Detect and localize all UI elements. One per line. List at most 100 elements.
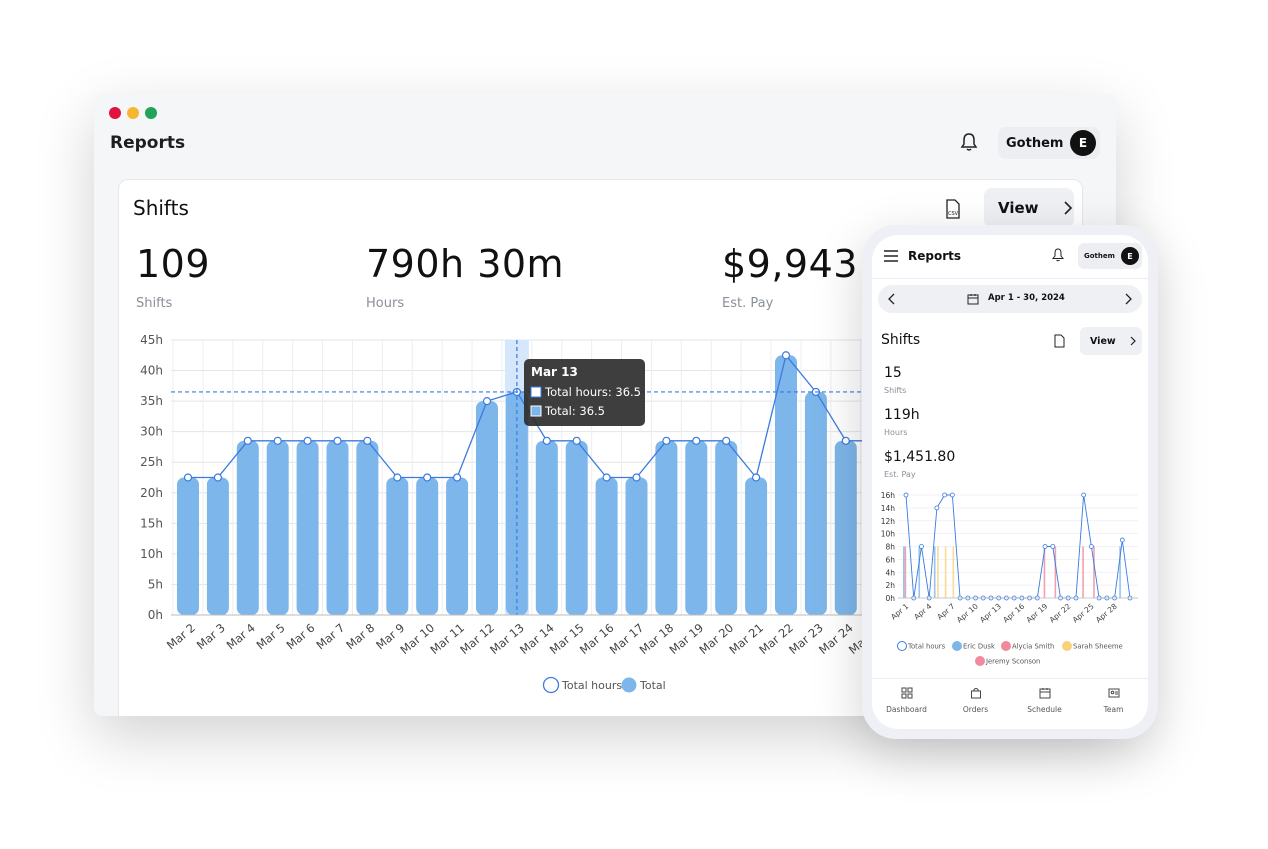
- line-point: [243, 436, 252, 445]
- y-tick-label: 25h: [140, 455, 163, 469]
- line-point: [1081, 492, 1087, 498]
- bar: [356, 440, 379, 615]
- bar: [745, 477, 768, 615]
- avatar: E: [1121, 247, 1139, 265]
- y-tick-label: 2h: [885, 581, 895, 590]
- csv-export-icon[interactable]: [1054, 334, 1065, 348]
- line-point: [919, 544, 924, 549]
- y-tick-label: 8h: [885, 543, 895, 552]
- hamburger-menu-icon[interactable]: [884, 250, 898, 262]
- legend-label: Alycia Smith: [1012, 643, 1054, 651]
- id-card-icon: [1108, 688, 1119, 698]
- line-point: [423, 473, 432, 482]
- bar: [715, 440, 738, 615]
- nav-label: Schedule: [1027, 705, 1062, 714]
- nav-orders[interactable]: Orders: [941, 679, 1010, 729]
- bell-icon[interactable]: [1052, 248, 1064, 262]
- legend-marker-total-hours: [542, 676, 560, 694]
- bar: [937, 546, 939, 598]
- user-menu[interactable]: Gothem E: [998, 127, 1100, 159]
- bar: [804, 391, 827, 615]
- chevron-right-icon: [1130, 336, 1136, 346]
- stage: Reports Gothem E Shifts CSV View 109 Shi…: [0, 0, 1268, 849]
- y-tick-label: 20h: [140, 486, 163, 500]
- stat-value: 15: [884, 365, 902, 381]
- line-point: [781, 351, 791, 360]
- bar: [1082, 546, 1084, 598]
- legend-label: Total hours: [561, 679, 622, 692]
- maximize-window-button[interactable]: [145, 107, 157, 119]
- line-point: [662, 436, 671, 445]
- phone-view-button[interactable]: View: [1080, 327, 1142, 355]
- legend-marker: [952, 641, 962, 651]
- line-point: [903, 492, 909, 498]
- bar: [944, 546, 947, 598]
- stat-value: 119h: [884, 407, 920, 423]
- nav-label: Orders: [962, 705, 989, 714]
- bar: [236, 440, 259, 615]
- line-point: [213, 473, 223, 482]
- nav-label: Dashboard: [886, 705, 927, 714]
- tooltip-marker-total-hours: [530, 386, 542, 398]
- y-tick-label: 6h: [885, 555, 895, 564]
- line-point: [692, 436, 701, 445]
- bar: [903, 546, 905, 598]
- line-point: [841, 436, 850, 445]
- close-window-button[interactable]: [109, 107, 121, 119]
- line-point: [1119, 537, 1125, 543]
- bar: [296, 440, 319, 615]
- phone-card-title: Shifts: [881, 332, 921, 348]
- avatar: E: [1070, 130, 1096, 156]
- window-controls: [109, 107, 157, 119]
- y-tick-label: 14h: [881, 504, 896, 513]
- bar: [446, 477, 469, 615]
- calendar-icon: [967, 294, 979, 305]
- bell-icon[interactable]: [960, 132, 978, 152]
- phone-mockup: Reports Gothem E Apr 1 - 30, 2024 Shifts: [862, 225, 1158, 739]
- dashboard-icon: [901, 687, 912, 699]
- legend-marker: [975, 656, 985, 666]
- tooltip-marker-total: [530, 405, 542, 417]
- line-point: [1088, 544, 1094, 549]
- phone-line-chart: 0h2h4h6h8h10h12h14h16hApr 1 Apr 4 Apr 7Apr…: [881, 491, 1138, 666]
- x-tick-label: Mar 2: [164, 621, 198, 653]
- legend-label: Sarah Sheeme: [1073, 643, 1123, 651]
- x-tick-label: Mar 5: [254, 621, 288, 653]
- bottom-nav: Dashboard Orders Schedule Team: [872, 678, 1148, 729]
- user-name: Gothem: [1006, 135, 1064, 151]
- bar: [565, 440, 588, 615]
- legend-marker: [1062, 641, 1072, 651]
- user-name: Gothem: [1084, 252, 1115, 260]
- bar: [918, 546, 921, 598]
- y-tick-label: 0h: [885, 594, 895, 603]
- x-tick-label: Apr 10: [955, 601, 980, 624]
- stat-value: $1,451.80: [884, 449, 956, 465]
- y-tick-label: 35h: [140, 394, 163, 408]
- chevron-right-icon[interactable]: [1124, 293, 1132, 305]
- bar: [326, 440, 349, 615]
- legend-label: Total hours: [907, 643, 946, 651]
- date-range-text[interactable]: Apr 1 - 30, 2024: [988, 293, 1065, 303]
- nav-team[interactable]: Team: [1079, 679, 1148, 729]
- nav-dashboard[interactable]: Dashboard: [872, 679, 941, 729]
- bar: [685, 440, 708, 615]
- chevron-left-icon[interactable]: [888, 293, 896, 305]
- legend-label: Jeremy Sconson: [985, 658, 1040, 666]
- y-tick-label: 40h: [140, 364, 163, 378]
- bar: [595, 477, 618, 615]
- line-point: [393, 473, 402, 482]
- bar: [476, 401, 498, 615]
- bar: [535, 440, 558, 615]
- y-tick-label: 30h: [140, 425, 163, 439]
- line-point: [453, 473, 462, 482]
- line-point: [542, 436, 551, 445]
- line-point: [273, 436, 282, 445]
- line-point: [934, 505, 940, 511]
- line-point: [572, 436, 581, 445]
- minimize-window-button[interactable]: [127, 107, 139, 119]
- chart-tooltip: Mar 13 Total hours: 36.5 Total: 36.5: [524, 359, 645, 426]
- bar: [933, 546, 936, 598]
- bar: [386, 477, 409, 615]
- phone-user-menu[interactable]: Gothem E: [1078, 243, 1142, 269]
- nav-schedule[interactable]: Schedule: [1010, 679, 1079, 729]
